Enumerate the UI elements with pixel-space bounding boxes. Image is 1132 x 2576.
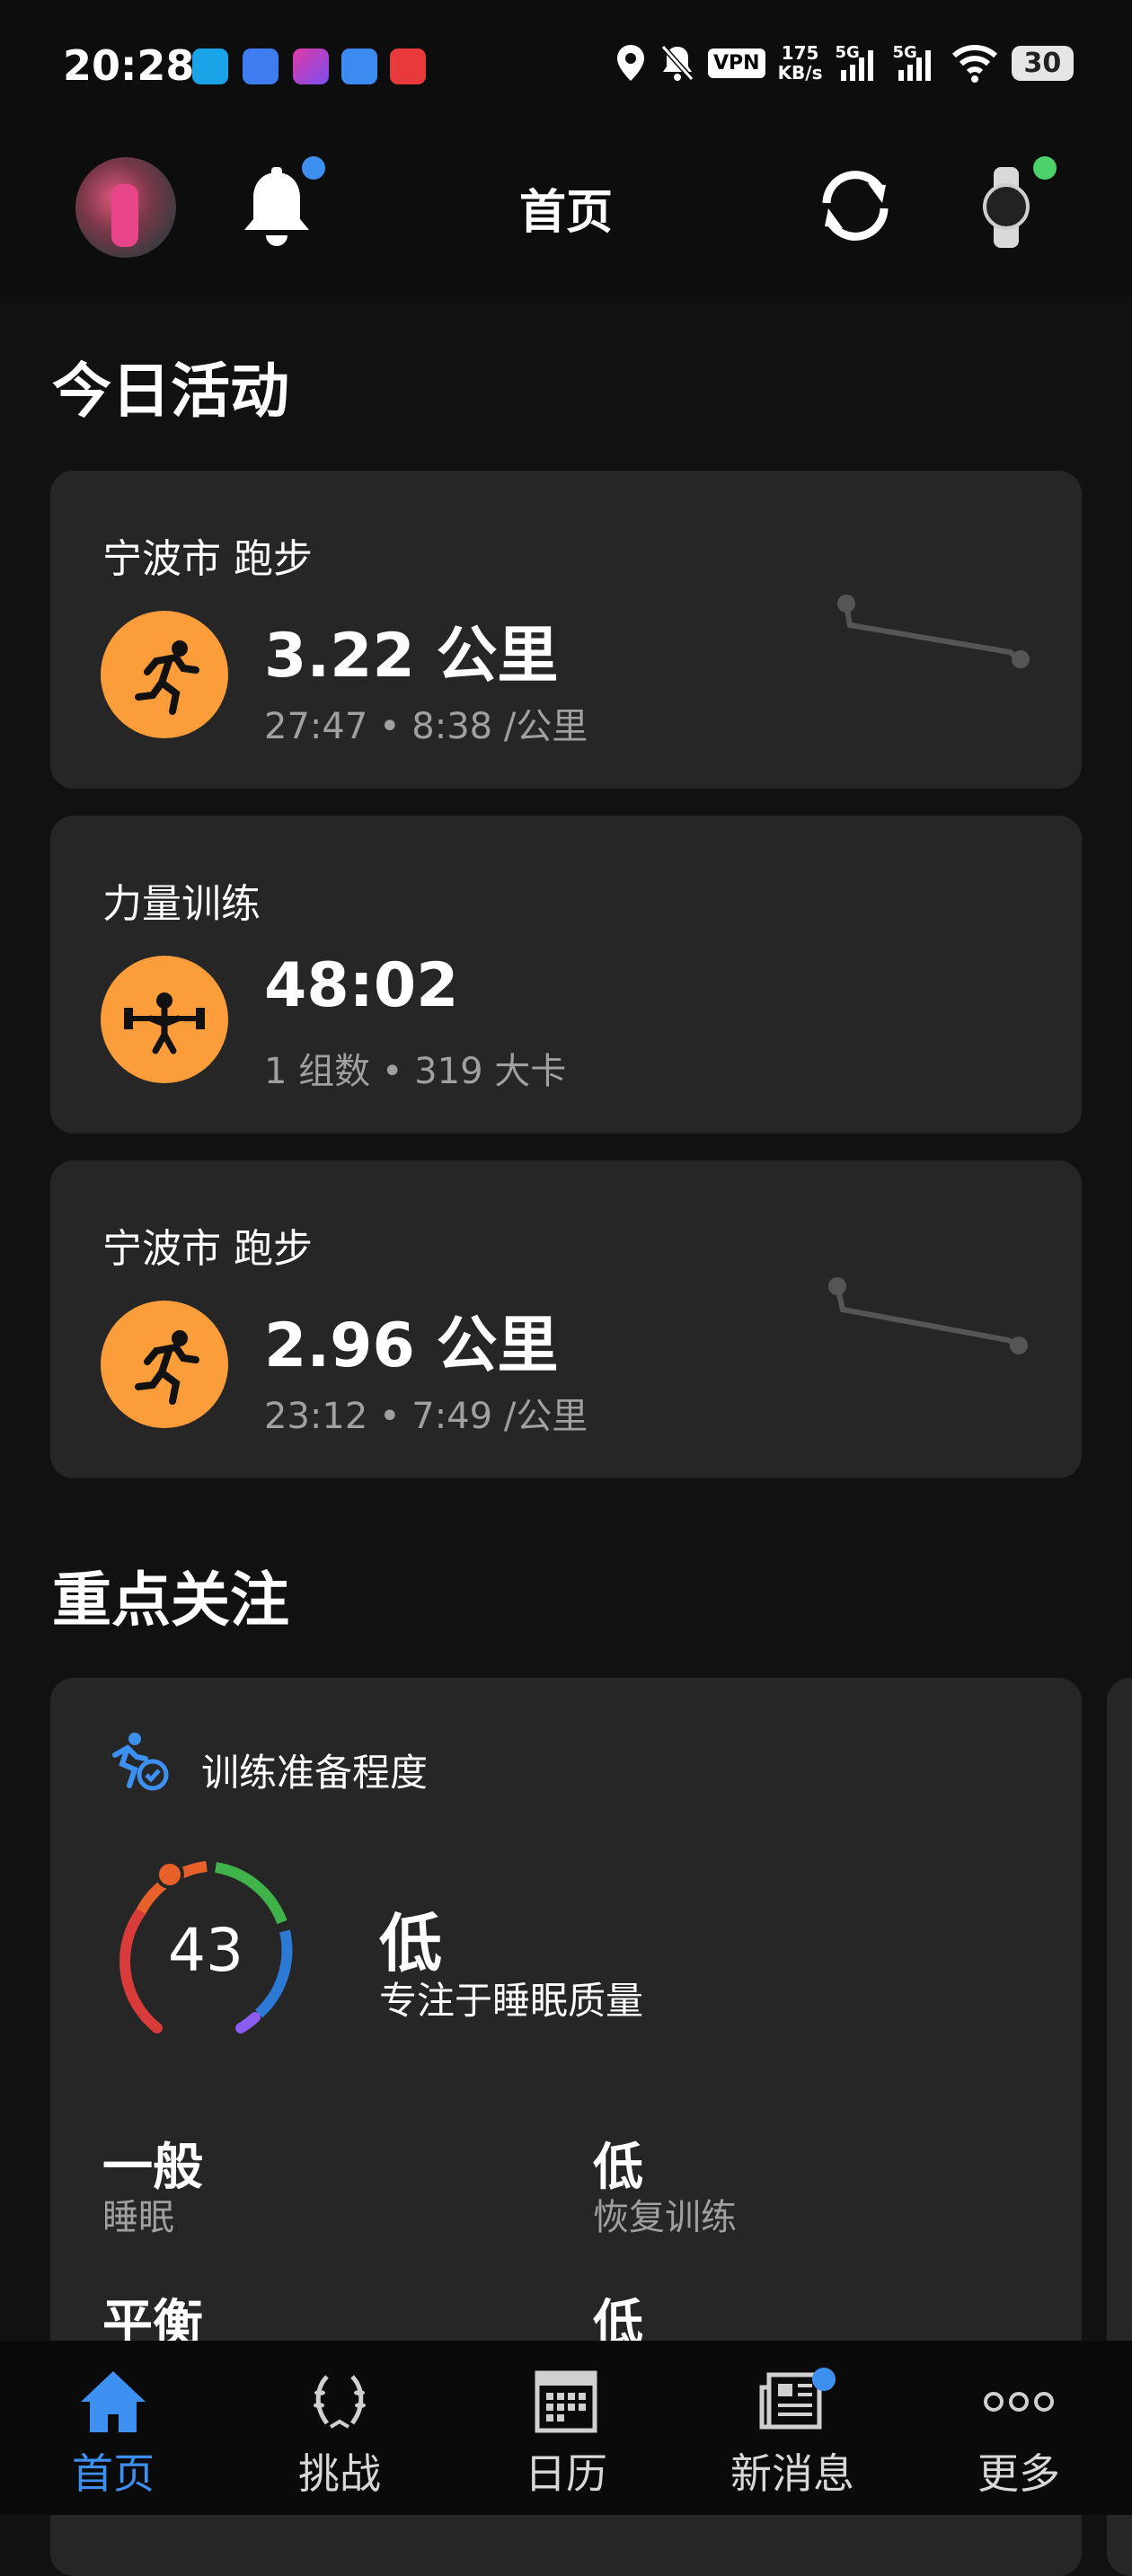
readiness-score: 43 xyxy=(168,1916,243,1985)
nav-label: 新消息 xyxy=(730,2449,854,2498)
signal-2: 5G xyxy=(893,43,938,83)
more-icon xyxy=(984,2392,1054,2412)
activity-stats: 27:47 • 8:38 /公里 xyxy=(264,706,588,747)
metric-label: 恢复训练 xyxy=(593,2197,737,2238)
focus-section-title: 重点关注 xyxy=(52,1566,289,1635)
running-icon xyxy=(101,611,228,738)
nav-challenges[interactable]: 挑战 xyxy=(226,2341,453,2515)
signal-1: 5G xyxy=(836,43,880,83)
home-icon xyxy=(81,2371,146,2432)
activity-stats: 1 组数 • 319 大卡 xyxy=(264,1051,567,1092)
readiness-description: 专注于睡眠质量 xyxy=(379,1979,644,2023)
activity-title: 力量训练 xyxy=(102,881,261,927)
status-time: 20:28 xyxy=(63,41,195,90)
bottom-nav: 首页 挑战 日历 新消息 更多 xyxy=(0,2341,1132,2515)
network-speed: 175 KB/s xyxy=(778,43,823,83)
app-icon-5 xyxy=(390,49,426,84)
activity-distance: 2.96 公里 xyxy=(264,1310,559,1381)
speed-unit: KB/s xyxy=(777,62,823,84)
nav-label: 更多 xyxy=(977,2449,1060,2498)
route-map xyxy=(828,1277,1028,1354)
training-readiness-icon xyxy=(112,1733,169,1791)
status-right: VPN 175 KB/s 5G 5G 30 xyxy=(615,43,1075,83)
watch-icon[interactable] xyxy=(981,167,1031,248)
vpn-icon: VPN xyxy=(708,48,765,78)
app-icon-2 xyxy=(243,49,279,84)
running-icon xyxy=(101,1301,228,1428)
news-badge xyxy=(812,2368,836,2391)
signal-icon xyxy=(840,50,873,81)
battery-icon: 30 xyxy=(1011,45,1075,81)
today-section-title: 今日活动 xyxy=(52,357,289,426)
metric-label: 睡眠 xyxy=(102,2197,174,2238)
activity-card[interactable]: 宁波市 跑步 3.22 公里 27:47 • 8:38 /公里 xyxy=(50,471,1082,789)
nav-label: 日历 xyxy=(525,2449,607,2498)
sync-icon[interactable] xyxy=(812,167,898,244)
nav-label: 挑战 xyxy=(298,2449,381,2498)
location-icon xyxy=(617,45,644,81)
nav-more[interactable]: 更多 xyxy=(906,2341,1132,2515)
wifi-icon xyxy=(951,45,997,83)
mute-icon xyxy=(660,45,694,81)
route-map xyxy=(837,595,1030,668)
nav-label: 首页 xyxy=(72,2449,155,2498)
activity-distance: 3.22 公里 xyxy=(264,621,559,692)
device-connected-badge xyxy=(1033,156,1057,180)
activity-title: 宁波市 跑步 xyxy=(102,1226,313,1272)
page-title: 首页 xyxy=(518,186,613,240)
app-icon-1 xyxy=(192,49,228,84)
activity-duration: 48:02 xyxy=(264,950,459,1021)
activity-title: 宁波市 跑步 xyxy=(102,536,313,582)
weightlifting-icon xyxy=(101,956,228,1083)
app-icon-3 xyxy=(293,49,329,84)
activity-card[interactable]: 力量训练 48:02 1 组数 • 319 大卡 xyxy=(50,816,1082,1134)
activity-card[interactable]: 宁波市 跑步 2.96 公里 23:12 • 7:49 /公里 xyxy=(50,1160,1082,1478)
signal-icon xyxy=(898,50,931,81)
nav-calendar[interactable]: 日历 xyxy=(453,2341,679,2515)
nav-news[interactable]: 新消息 xyxy=(679,2341,906,2515)
speed-value: 175 xyxy=(781,42,819,64)
app-icon-4 xyxy=(341,49,377,84)
nav-home[interactable]: 首页 xyxy=(0,2341,226,2515)
activity-stats: 23:12 • 7:49 /公里 xyxy=(264,1396,588,1437)
laurel-icon xyxy=(314,2375,366,2429)
calendar-icon xyxy=(535,2370,597,2433)
card-label: 训练准备程度 xyxy=(201,1751,429,1795)
